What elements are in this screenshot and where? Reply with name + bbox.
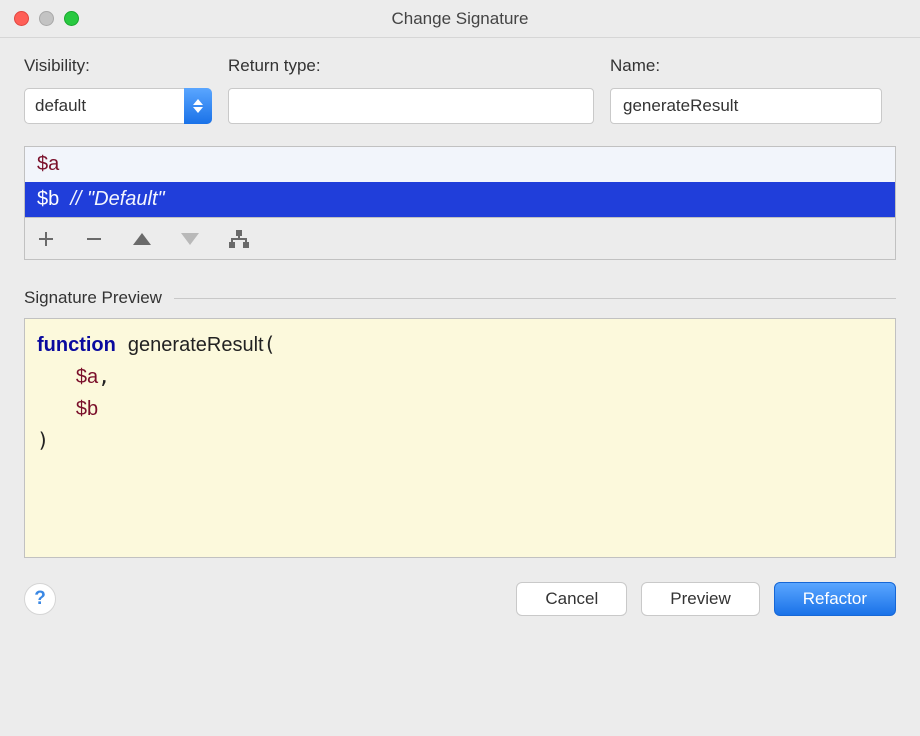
parameter-toolbar [25, 217, 895, 259]
maximize-window-button[interactable] [64, 11, 79, 26]
return-type-input[interactable] [228, 88, 594, 124]
parameter-name: $a [37, 153, 59, 176]
select-arrows-icon [184, 88, 212, 124]
preview-label: Signature Preview [24, 288, 162, 308]
visibility-label: Visibility: [24, 56, 212, 76]
name-label: Name: [610, 56, 882, 76]
plus-icon [37, 230, 55, 248]
remove-parameter-button[interactable] [85, 230, 103, 248]
window-controls [14, 11, 79, 26]
parameter-comment: // "Default" [70, 188, 164, 211]
name-input[interactable] [610, 88, 882, 124]
parameter-row[interactable]: $a [25, 147, 895, 182]
hierarchy-icon [229, 230, 249, 248]
divider [174, 298, 896, 299]
arrow-down-icon [181, 233, 199, 245]
minimize-window-button[interactable] [39, 11, 54, 26]
signature-preview: function generateResult( $a, $b ) [24, 318, 896, 558]
cancel-button[interactable]: Cancel [516, 582, 627, 616]
visibility-select[interactable]: default [24, 88, 212, 124]
return-type-label: Return type: [228, 56, 594, 76]
move-up-button[interactable] [133, 233, 151, 245]
window-title: Change Signature [0, 9, 920, 29]
move-down-button[interactable] [181, 233, 199, 245]
propagate-parameters-button[interactable] [229, 230, 249, 248]
refactor-button[interactable]: Refactor [774, 582, 896, 616]
parameter-name: $b [37, 188, 59, 211]
add-parameter-button[interactable] [37, 230, 55, 248]
window-titlebar: Change Signature [0, 0, 920, 38]
help-button[interactable]: ? [24, 583, 56, 615]
preview-button[interactable]: Preview [641, 582, 759, 616]
close-window-button[interactable] [14, 11, 29, 26]
parameter-row[interactable]: $b // "Default" [25, 182, 895, 217]
arrow-up-icon [133, 233, 151, 245]
parameter-list: $a $b // "Default" [24, 146, 896, 260]
minus-icon [85, 230, 103, 248]
